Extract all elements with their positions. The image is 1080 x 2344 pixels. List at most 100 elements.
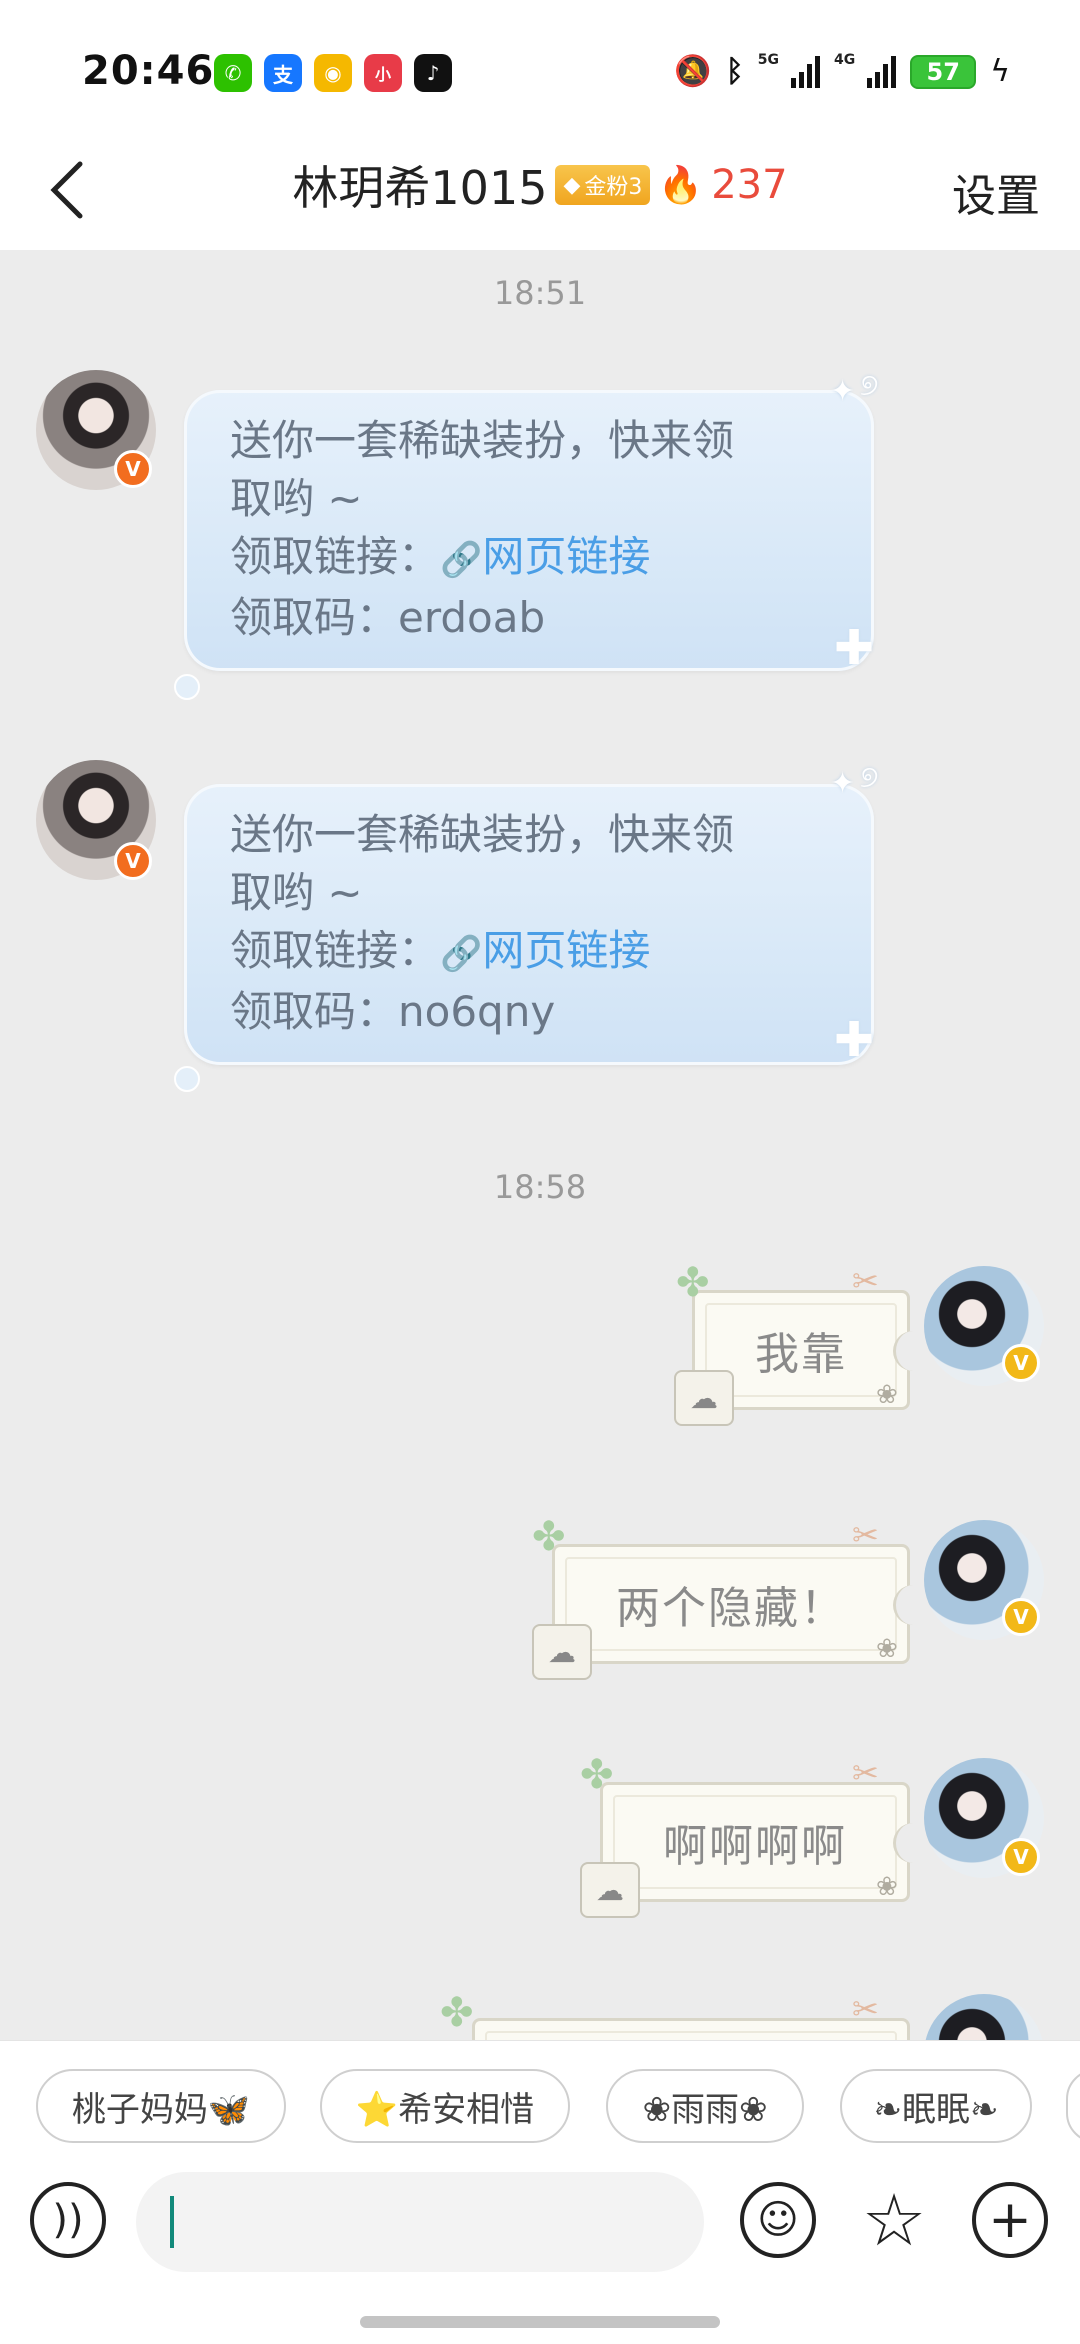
link-row: 领取链接：🔗网页链接	[230, 922, 834, 983]
paw-icon: ❀	[876, 1872, 898, 1902]
wechat-icon: ✆	[214, 54, 252, 92]
sticker-icon: ☆	[861, 2178, 927, 2262]
emoji-button[interactable]: ☺	[740, 2182, 816, 2258]
chat-title-group[interactable]: 林玥希1015 ◆ 金粉3 🔥 237	[0, 152, 1080, 218]
clover-icon: ✤	[580, 1752, 614, 1798]
home-indicator[interactable]	[360, 2316, 720, 2328]
quick-reply-chip[interactable]: ⭐希安相惜	[320, 2069, 570, 2143]
web-link[interactable]: 网页链接	[482, 926, 650, 975]
alipay-icon: 支	[264, 54, 302, 92]
message-bubble[interactable]	[472, 2018, 910, 2040]
sticker-decoration: ☁	[674, 1370, 734, 1426]
code-line: 领取码：no6qny	[230, 987, 556, 1036]
message-line: 送你一套稀缺装扮，快来领	[230, 810, 735, 859]
quick-reply-chip-partial[interactable]	[1066, 2069, 1080, 2143]
message-bubble[interactable]: 啊啊啊啊	[600, 1782, 923, 1902]
message-text: 我靠	[755, 1329, 847, 1380]
status-indicators: 🔕 ᛒ 5G 4G 57 ϟ	[674, 51, 1010, 90]
message-line: 取哟 ~	[230, 474, 363, 523]
fire-icon: 🔥	[658, 165, 704, 206]
diamond-icon: ◆	[563, 172, 581, 198]
swirl-icon: ୭	[860, 368, 879, 403]
voice-icon: ))	[52, 2197, 84, 2243]
link-prefix: 领取链接：	[230, 532, 441, 581]
status-time: 20:46	[82, 48, 215, 94]
link-row: 领取链接：🔗网页链接	[230, 528, 834, 589]
paw-icon: ❀	[876, 1380, 898, 1410]
clip-icon: ✂	[852, 1990, 879, 2028]
verified-badge-icon: V	[1002, 1344, 1040, 1382]
signal-icon	[790, 55, 820, 88]
verified-badge-icon: V	[1002, 1598, 1040, 1636]
bone-icon: ✚	[834, 1012, 875, 1068]
message-bubble[interactable]: 送你一套稀缺装扮，快来领 取哟 ~ 领取链接：🔗网页链接 领取码：no6qny	[184, 784, 874, 1065]
quick-reply-chip[interactable]: 桃子妈妈🦋	[36, 2069, 286, 2143]
sparkle-icon: ✦	[830, 766, 856, 801]
sticker-decoration: ☁	[580, 1862, 640, 1918]
message-bubble[interactable]: 送你一套稀缺装扮，快来领 取哟 ~ 领取链接：🔗网页链接 领取码：erdoab	[184, 390, 874, 671]
verified-badge-icon: V	[114, 842, 152, 880]
sparkle-icon: ✦	[830, 374, 856, 409]
fire-count: 237	[711, 162, 788, 208]
clover-icon: ✤	[440, 1990, 474, 2036]
link-prefix: 领取链接：	[230, 926, 441, 975]
tiktok-icon: ♪	[414, 54, 452, 92]
message-line: 送你一套稀缺装扮，快来领	[230, 416, 735, 465]
quick-reply-bar: 桃子妈妈🦋 ⭐希安相惜 ❀雨雨❀ ❧眠眠❧	[0, 2040, 1080, 2180]
message-bubble[interactable]: 两个隐藏！	[552, 1544, 923, 1664]
message-list[interactable]: 18:51 V 送你一套稀缺装扮，快来领 取哟 ~ 领取链接：🔗网页链接 领取码…	[0, 250, 1080, 2040]
battery-level: 57	[926, 57, 960, 86]
link-icon: 🔗	[440, 540, 483, 580]
fan-level-badge: ◆ 金粉3	[555, 165, 651, 205]
timestamp: 18:51	[493, 274, 587, 312]
status-bar: 20:46 ✆ 支 ◉ 小 ♪ 🔕 ᛒ 5G 4G 57 ϟ	[0, 0, 1080, 130]
input-bar: )) ☺ ☆ +	[0, 2172, 1080, 2344]
code-line: 领取码：erdoab	[230, 593, 546, 642]
settings-button[interactable]: 设置	[952, 160, 1040, 224]
message-text: 啊啊啊啊	[663, 1821, 847, 1872]
xiaohongshu-icon: 小	[364, 54, 402, 92]
bone-icon: ✚	[834, 620, 875, 676]
ticket-notch	[893, 1585, 923, 1625]
chat-header: 林玥希1015 ◆ 金粉3 🔥 237 设置	[0, 130, 1080, 250]
charging-icon: ϟ	[990, 54, 1010, 89]
clip-icon: ✂	[852, 1516, 879, 1554]
message-line: 取哟 ~	[230, 868, 363, 917]
battery-icon: 57	[910, 54, 977, 89]
bluetooth-icon: ᛒ	[725, 54, 744, 89]
fan-level-label: 金粉3	[584, 175, 643, 200]
message-text: 两个隐藏！	[616, 1583, 846, 1634]
paw-icon: ❀	[876, 1634, 898, 1664]
sticker-button[interactable]: ☆	[856, 2182, 932, 2258]
swirl-icon: ୭	[860, 760, 879, 795]
verified-badge-icon: V	[114, 450, 152, 488]
message-input[interactable]	[136, 2172, 704, 2272]
notification-apps: ✆ 支 ◉ 小 ♪	[214, 54, 452, 92]
emoji-icon: ☺	[757, 2197, 799, 2243]
ticket-notch	[893, 1823, 923, 1863]
network-label-2: 4G	[833, 51, 856, 68]
network-label-1: 5G	[757, 51, 779, 68]
clip-icon: ✂	[852, 1754, 879, 1792]
weibo-icon: ◉	[314, 54, 352, 92]
my-avatar[interactable]	[924, 1994, 1044, 2040]
chat-title: 林玥希1015	[292, 161, 548, 215]
text-caret	[170, 2196, 174, 2248]
link-icon: 🔗	[440, 934, 483, 974]
voice-button[interactable]: ))	[30, 2182, 106, 2258]
bubble-decoration	[174, 674, 200, 700]
timestamp: 18:58	[493, 1168, 587, 1206]
signal-icon-2	[867, 55, 897, 88]
ticket-notch	[893, 1331, 923, 1371]
bubble-decoration	[174, 1066, 200, 1092]
web-link[interactable]: 网页链接	[482, 532, 650, 581]
quick-reply-chip[interactable]: ❧眠眠❧	[840, 2069, 1032, 2143]
plus-button[interactable]: +	[972, 2182, 1048, 2258]
mute-bell-icon: 🔕	[674, 54, 712, 89]
clip-icon: ✂	[852, 1262, 879, 1300]
sticker-decoration: ☁	[532, 1624, 592, 1680]
quick-reply-chip[interactable]: ❀雨雨❀	[606, 2069, 804, 2143]
plus-icon: +	[988, 2190, 1032, 2250]
clover-icon: ✤	[676, 1260, 710, 1306]
clover-icon: ✤	[532, 1514, 566, 1560]
